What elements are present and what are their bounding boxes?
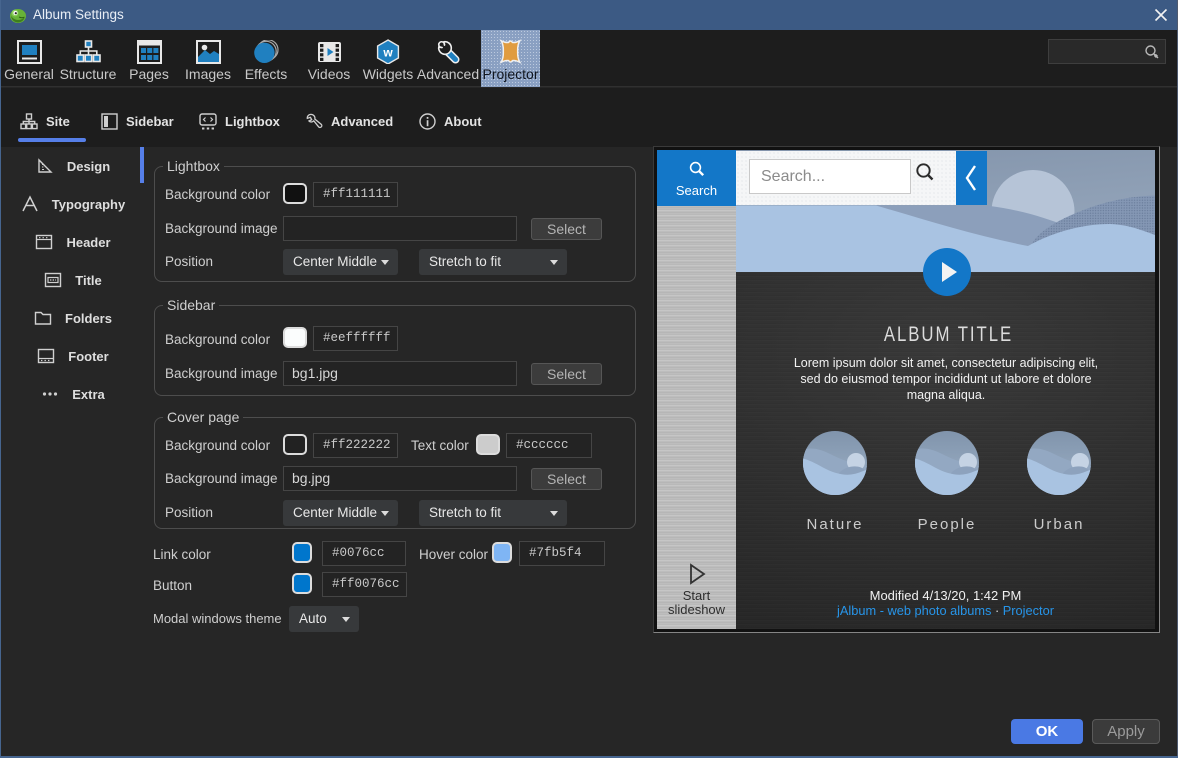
svg-text:w: w [382,46,393,60]
